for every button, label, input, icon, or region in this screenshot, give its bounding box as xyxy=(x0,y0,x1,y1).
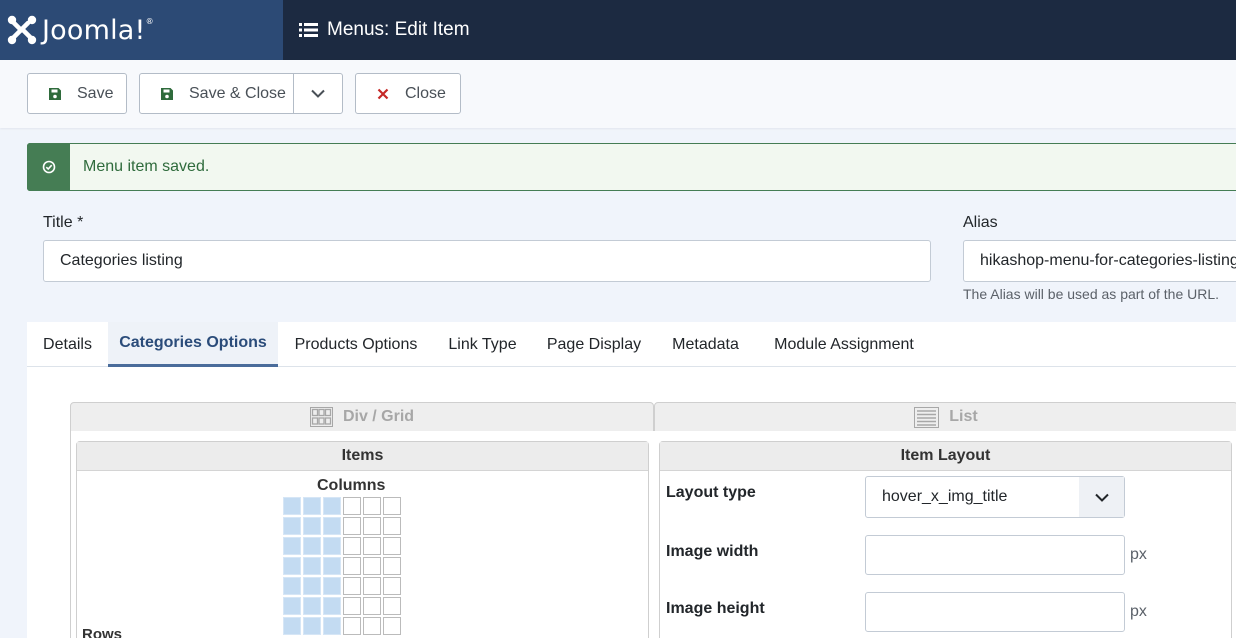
grid-cell[interactable] xyxy=(283,617,301,635)
save-button-label: Save xyxy=(77,84,114,102)
save-close-button-label: Save & Close xyxy=(189,84,286,102)
tab-module-assignment[interactable]: Module Assignment xyxy=(754,322,934,367)
tab-details[interactable]: Details xyxy=(27,322,108,367)
grid-cell[interactable] xyxy=(323,517,341,535)
grid-cell[interactable] xyxy=(343,537,361,555)
save-close-button[interactable]: Save & Close xyxy=(139,73,294,114)
alert-icon-box xyxy=(27,143,70,191)
save-icon xyxy=(159,87,175,101)
layout-type-value: hover_x_img_title xyxy=(882,488,1008,505)
grid-cell[interactable] xyxy=(283,537,301,555)
grid-cell[interactable] xyxy=(363,577,381,595)
title-label: Title * xyxy=(43,214,84,231)
grid-cell[interactable] xyxy=(363,617,381,635)
grid-cell[interactable] xyxy=(283,497,301,515)
grid-cell[interactable] xyxy=(283,577,301,595)
image-width-unit: px xyxy=(1130,546,1147,563)
chevron-down-icon xyxy=(1094,493,1109,502)
grid-cell[interactable] xyxy=(283,517,301,535)
select-arrow xyxy=(1079,477,1124,517)
save-button[interactable]: Save xyxy=(27,73,127,114)
grid-cell[interactable] xyxy=(383,557,401,575)
image-height-unit: px xyxy=(1130,603,1147,620)
grid-cell[interactable] xyxy=(303,577,321,595)
item-layout-panel-title: Item Layout xyxy=(660,442,1231,471)
grid-cell[interactable] xyxy=(303,517,321,535)
grid-cell[interactable] xyxy=(323,577,341,595)
grid-cell[interactable] xyxy=(363,557,381,575)
layout-tab-list-label: List xyxy=(949,408,978,425)
close-button-label: Close xyxy=(405,84,446,102)
columns-rows-grid[interactable] xyxy=(283,497,401,635)
grid-cell[interactable] xyxy=(343,617,361,635)
grid-cell[interactable] xyxy=(323,617,341,635)
alias-input[interactable]: hikashop-menu-for-categories-listing xyxy=(963,240,1236,282)
tab-link-type[interactable]: Link Type xyxy=(434,322,531,367)
tab-metadata[interactable]: Metadata xyxy=(657,322,754,367)
grid-cell[interactable] xyxy=(283,597,301,615)
grid-cell[interactable] xyxy=(323,537,341,555)
grid-cell[interactable] xyxy=(323,557,341,575)
title-input[interactable]: Categories listing xyxy=(43,240,931,282)
tab-page-display[interactable]: Page Display xyxy=(531,322,657,367)
chevron-down-icon xyxy=(311,89,325,98)
layout-tab-div-grid-label: Div / Grid xyxy=(342,408,415,425)
grid-cell[interactable] xyxy=(303,537,321,555)
tab-categories-options[interactable]: Categories Options xyxy=(108,322,278,367)
grid-cell[interactable] xyxy=(323,597,341,615)
image-height-input[interactable] xyxy=(865,592,1125,632)
success-alert: Menu item saved. xyxy=(27,143,1236,191)
image-width-label: Image width xyxy=(666,543,759,560)
toolbar: Save Save & Close Close xyxy=(0,60,1236,128)
alias-label: Alias xyxy=(963,214,998,231)
grid-cell[interactable] xyxy=(343,557,361,575)
grid-cell[interactable] xyxy=(283,557,301,575)
layout-tab-div-grid[interactable]: Div / Grid xyxy=(70,402,654,432)
grid-cell[interactable] xyxy=(303,617,321,635)
grid-cell[interactable] xyxy=(383,577,401,595)
page-title: Menus: Edit Item xyxy=(327,19,470,40)
grid-cell[interactable] xyxy=(303,597,321,615)
grid-cell[interactable] xyxy=(383,617,401,635)
tab-bar: Details Categories Options Products Opti… xyxy=(27,322,1236,367)
grid-cell[interactable] xyxy=(343,517,361,535)
joomla-logo-icon xyxy=(7,15,37,45)
list-icon xyxy=(299,23,318,37)
layout-tab-list[interactable]: List xyxy=(654,402,1236,432)
grid-cell[interactable] xyxy=(363,517,381,535)
grid-cell[interactable] xyxy=(363,497,381,515)
grid-cell[interactable] xyxy=(363,597,381,615)
list-view-icon xyxy=(914,406,940,428)
logo-text: Joomla!® xyxy=(42,14,154,46)
columns-label: Columns xyxy=(317,477,386,494)
save-options-dropdown-button[interactable] xyxy=(293,73,343,114)
grid-cell[interactable] xyxy=(363,537,381,555)
close-icon xyxy=(375,88,391,100)
rows-label: Rows xyxy=(82,626,123,638)
grid-cell[interactable] xyxy=(343,497,361,515)
joomla-logo[interactable]: Joomla!® xyxy=(0,0,283,60)
alert-message: Menu item saved. xyxy=(83,158,210,175)
check-circle-icon xyxy=(42,160,55,174)
close-button[interactable]: Close xyxy=(355,73,461,114)
grid-cell[interactable] xyxy=(383,537,401,555)
grid-cell[interactable] xyxy=(303,557,321,575)
grid-icon xyxy=(309,407,333,427)
grid-cell[interactable] xyxy=(383,497,401,515)
image-width-input[interactable] xyxy=(865,535,1125,575)
save-icon xyxy=(47,87,63,101)
grid-cell[interactable] xyxy=(303,497,321,515)
grid-cell[interactable] xyxy=(343,577,361,595)
grid-cell[interactable] xyxy=(383,517,401,535)
items-panel-title: Items xyxy=(77,442,648,471)
top-header: Joomla!® Menus: Edit Item xyxy=(0,0,1236,60)
layout-type-label: Layout type xyxy=(666,484,756,501)
grid-cell[interactable] xyxy=(323,497,341,515)
image-height-label: Image height xyxy=(666,600,765,617)
alias-hint: The Alias will be used as part of the UR… xyxy=(963,286,1220,302)
layout-type-select[interactable]: hover_x_img_title xyxy=(865,476,1125,518)
grid-cell[interactable] xyxy=(383,597,401,615)
tab-products-options[interactable]: Products Options xyxy=(278,322,434,367)
grid-cell[interactable] xyxy=(343,597,361,615)
